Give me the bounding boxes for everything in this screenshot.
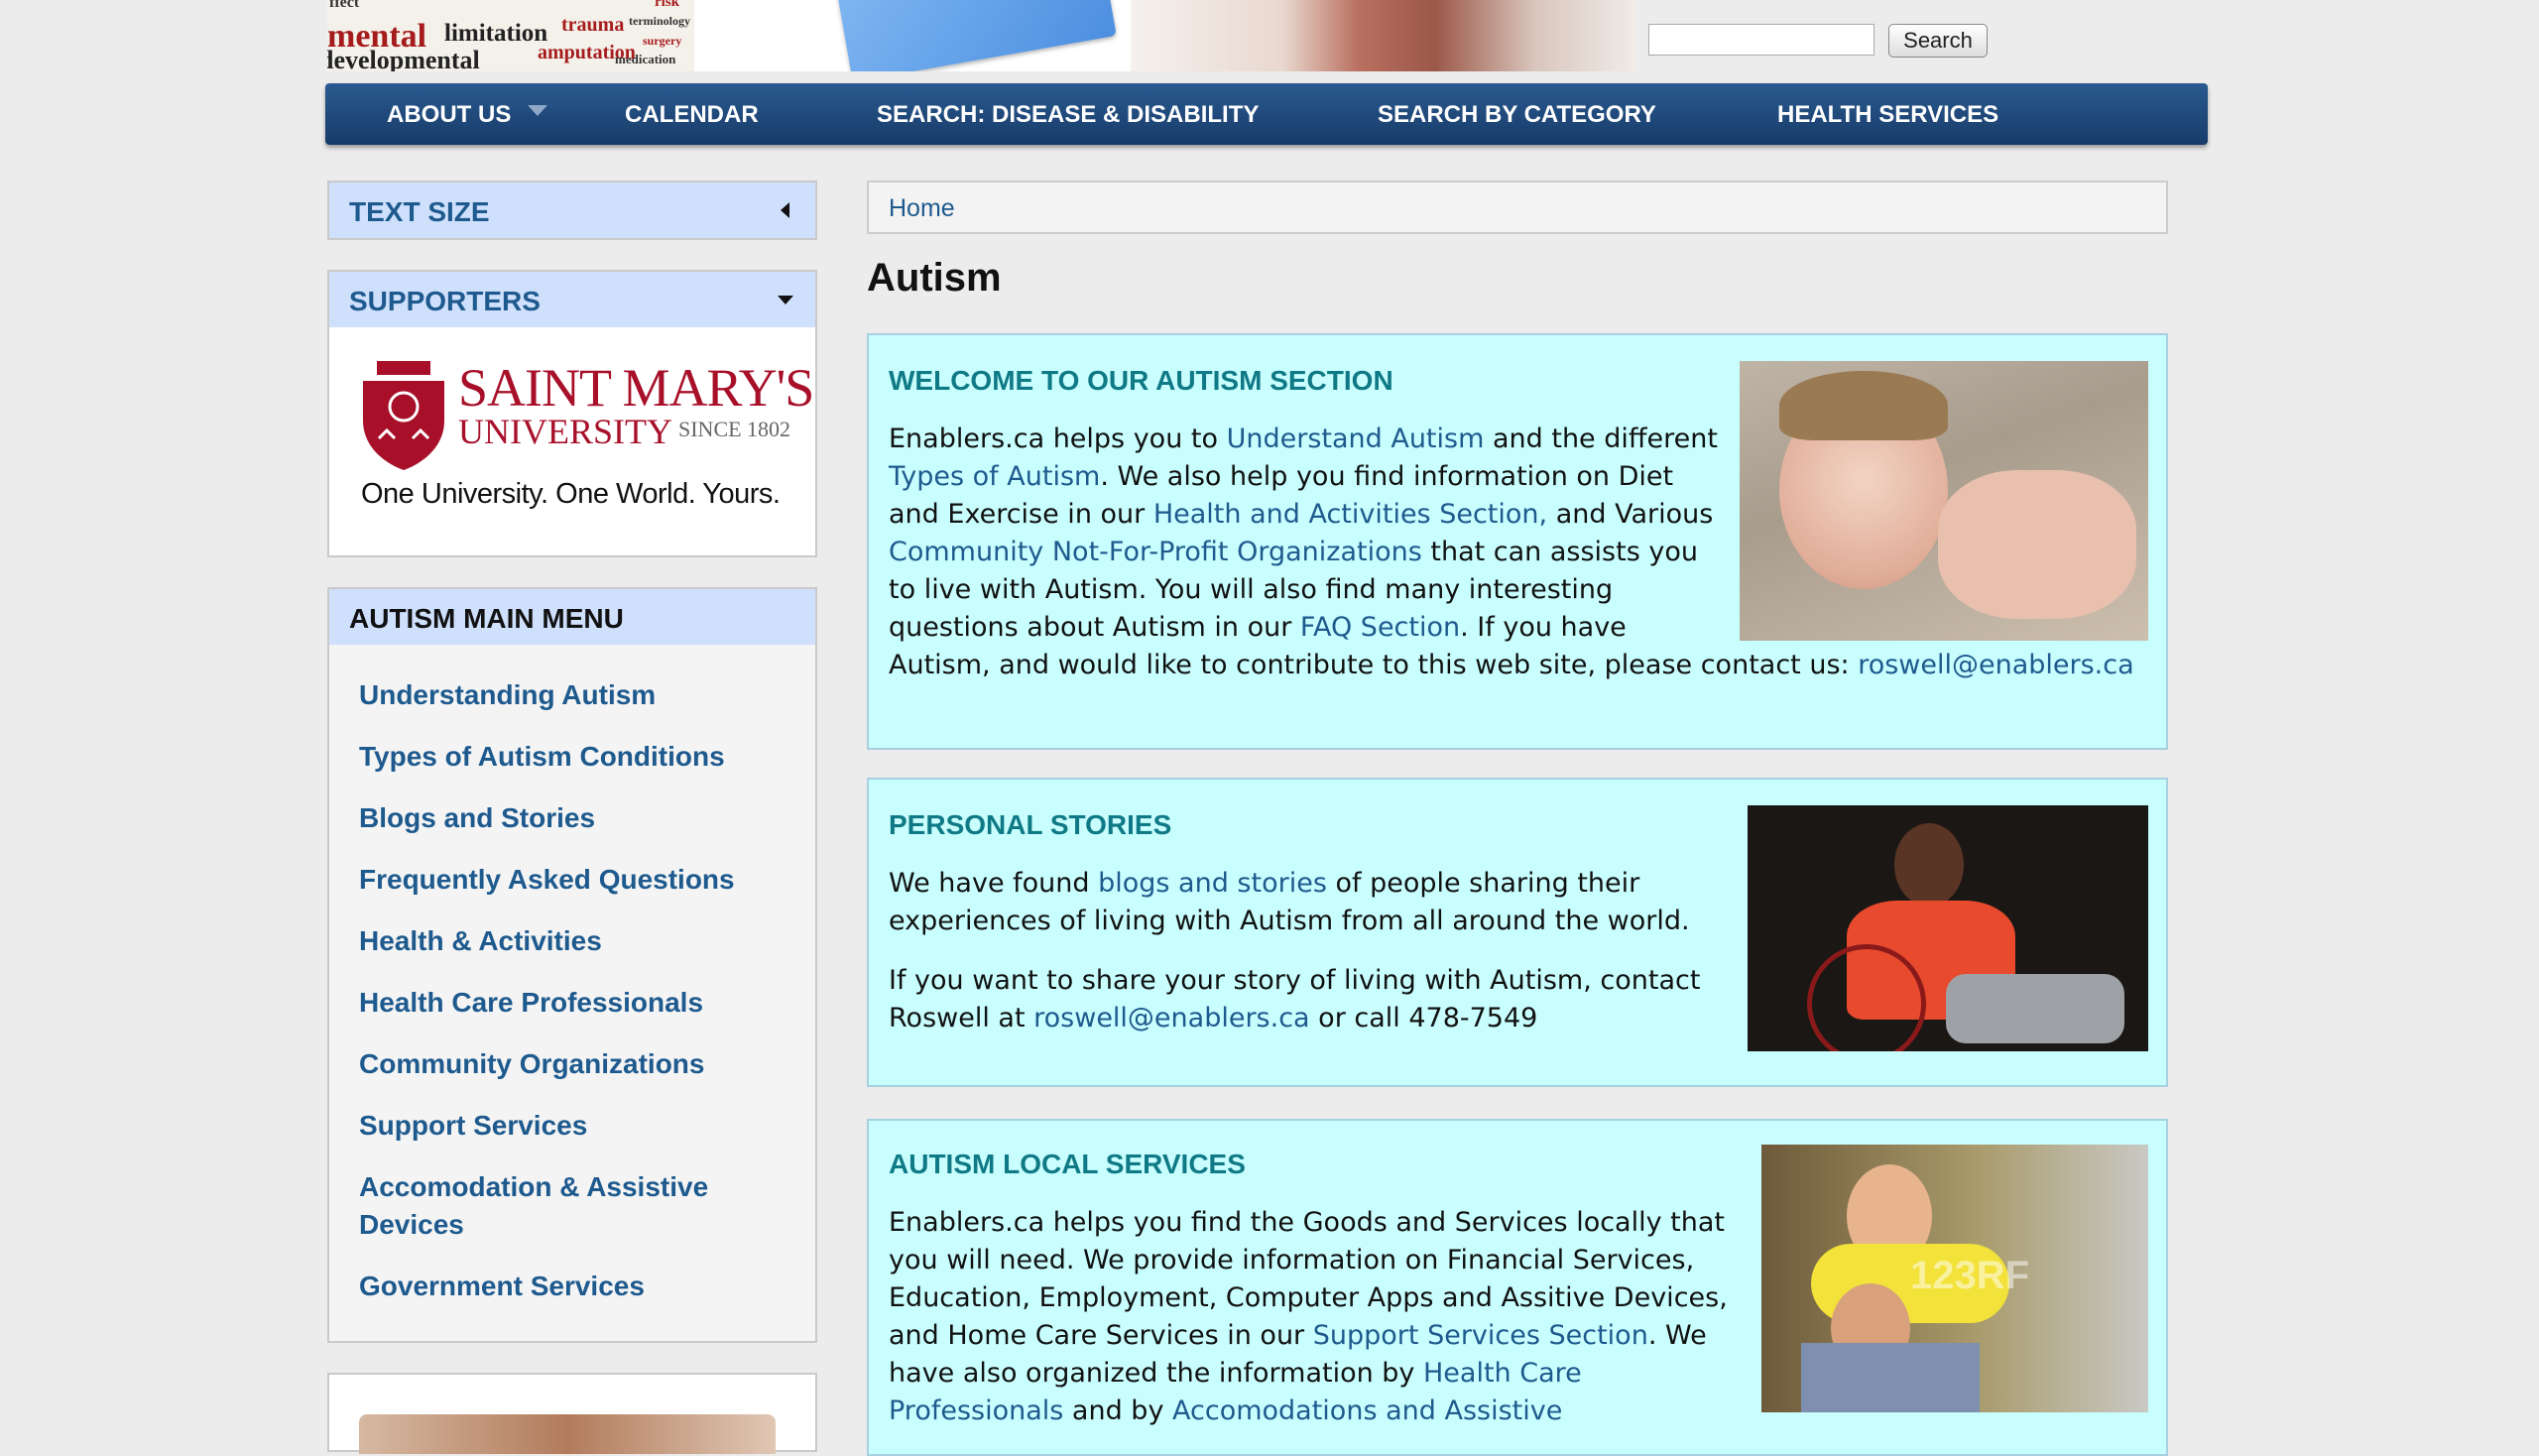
smu-name-line2: UNIVERSITY (458, 412, 672, 451)
link-support-services[interactable]: Support Services Section (1313, 1320, 1648, 1351)
local-services-section: AUTISM LOCAL SERVICES 123RF Enablers.ca … (867, 1119, 2168, 1456)
banner-word: medication (615, 52, 676, 66)
expand-arrow-icon[interactable] (778, 296, 793, 304)
local-services-text: Enablers.ca helps you find the Goods and… (889, 1207, 1728, 1426)
menu-link-government-services[interactable]: Government Services (359, 1268, 795, 1305)
banner-word-collage: ffect mental limitation trauma terminolo… (327, 0, 694, 71)
link-stories-email[interactable]: roswell@enablers.ca (1033, 1003, 1309, 1033)
welcome-section: WELCOME TO OUR AUTISM SECTION Enablers.c… (867, 333, 2168, 750)
menu-header: AUTISM MAIN MENU (329, 589, 815, 645)
banner-support-card-graphic (837, 0, 1117, 71)
photo-watermark: 123RF (1910, 1254, 2030, 1297)
nav-item-search-by-category[interactable]: SEARCH BY CATEGORY (1378, 101, 1656, 129)
local-services-title: AUTISM LOCAL SERVICES (889, 1149, 1246, 1179)
menu-link-faq[interactable]: Frequently Asked Questions (359, 861, 795, 899)
smu-name-line1: SAINT MARY'S (458, 358, 814, 418)
menu-link-accomodation-devices[interactable]: Accomodation & Assistive Devices (359, 1168, 756, 1244)
child-blue-shirt (1801, 1343, 1980, 1412)
link-faq-section[interactable]: FAQ Section (1300, 612, 1460, 643)
banner-word: risk (655, 0, 680, 10)
supporters-panel: SUPPORTERS SAINT MARY'S UNIVERSITY SINCE… (327, 270, 817, 557)
banner-wheelchair-photo (1131, 0, 1636, 71)
sidebar-panel-photo (359, 1414, 776, 1454)
text-size-label: TEXT SIZE (349, 196, 490, 227)
menu-link-health-care-professionals[interactable]: Health Care Professionals (359, 984, 795, 1022)
caregiver-with-child-photo: 123RF (1761, 1145, 2148, 1412)
page-title: Autism (867, 256, 1002, 300)
menu-link-community-organizations[interactable]: Community Organizations (359, 1045, 795, 1083)
nav-item-search-disease-disability[interactable]: SEARCH: DISEASE & DISABILITY (877, 101, 1259, 129)
banner-word: developmental (327, 46, 480, 71)
banner-word: limitation (444, 20, 548, 47)
smu-since: SINCE 1802 (678, 417, 791, 441)
supporters-label: SUPPORTERS (349, 286, 541, 316)
collapse-arrow-icon[interactable] (781, 202, 789, 218)
link-contact-email[interactable]: roswell@enablers.ca (1858, 650, 2133, 680)
personal-stories-section: PERSONAL STORIES We have found blogs and… (867, 778, 2168, 1087)
link-community-orgs[interactable]: Community Not-For-Profit Organizations (889, 537, 1422, 567)
link-understand-autism[interactable]: Understand Autism (1227, 424, 1485, 454)
breadcrumb-home-link[interactable]: Home (889, 194, 955, 223)
header-banner: ffect mental limitation trauma terminolo… (327, 0, 1636, 71)
banner-word: surgery (643, 34, 682, 48)
link-health-activities[interactable]: Health and Activities Section, (1153, 499, 1547, 530)
stories-text: We have found blogs and stories of peopl… (889, 868, 1690, 936)
man-jeans (1946, 974, 2124, 1043)
man-in-wheelchair-photo (1748, 805, 2148, 1051)
welcome-text: Enablers.ca helps you to Understand Auti… (889, 424, 2134, 680)
smu-tagline: One University. One World. Yours. (361, 478, 781, 510)
stories-title: PERSONAL STORIES (889, 809, 1172, 840)
breadcrumb: Home (867, 181, 2168, 234)
banner-word: terminology (629, 14, 690, 28)
menu-link-blogs-stories[interactable]: Blogs and Stories (359, 799, 795, 837)
nav-item-health-services[interactable]: HEALTH SERVICES (1777, 101, 1998, 129)
nav-item-about-us[interactable]: ABOUT US (387, 101, 511, 129)
menu-link-types-of-autism[interactable]: Types of Autism Conditions (359, 738, 795, 776)
supporters-header[interactable]: SUPPORTERS (329, 272, 815, 327)
chevron-down-icon[interactable] (528, 105, 547, 116)
menu-title: AUTISM MAIN MENU (349, 603, 624, 634)
link-types-of-autism[interactable]: Types of Autism (889, 461, 1100, 492)
nav-item-calendar[interactable]: CALENDAR (625, 101, 759, 129)
menu-link-understanding-autism[interactable]: Understanding Autism (359, 676, 795, 714)
link-blogs-stories[interactable]: blogs and stories (1098, 868, 1327, 899)
wheelchair-wheel (1807, 944, 1926, 1051)
stories-contact-text: If you want to share your story of livin… (889, 965, 1701, 1033)
text-size-header[interactable]: TEXT SIZE (329, 182, 815, 238)
link-accomodations[interactable]: Accomodations and Assistive (1172, 1395, 1562, 1426)
search-button[interactable]: Search (1888, 24, 1988, 58)
text-size-panel[interactable]: TEXT SIZE (327, 181, 817, 240)
smu-crest-icon[interactable] (359, 361, 448, 470)
search-input[interactable] (1648, 24, 1874, 56)
menu-link-support-services[interactable]: Support Services (359, 1107, 795, 1145)
banner-word: ffect (329, 0, 360, 11)
menu-link-health-activities[interactable]: Health & Activities (359, 922, 795, 960)
main-nav-bar: ABOUT US CALENDAR SEARCH: DISEASE & DISA… (325, 83, 2208, 145)
banner-word: trauma (561, 14, 625, 36)
autism-main-menu: AUTISM MAIN MENU Understanding Autism Ty… (327, 587, 817, 1343)
welcome-title: WELCOME TO OUR AUTISM SECTION (889, 365, 1393, 396)
sidebar-next-panel (327, 1373, 817, 1454)
man-head (1894, 823, 1964, 907)
